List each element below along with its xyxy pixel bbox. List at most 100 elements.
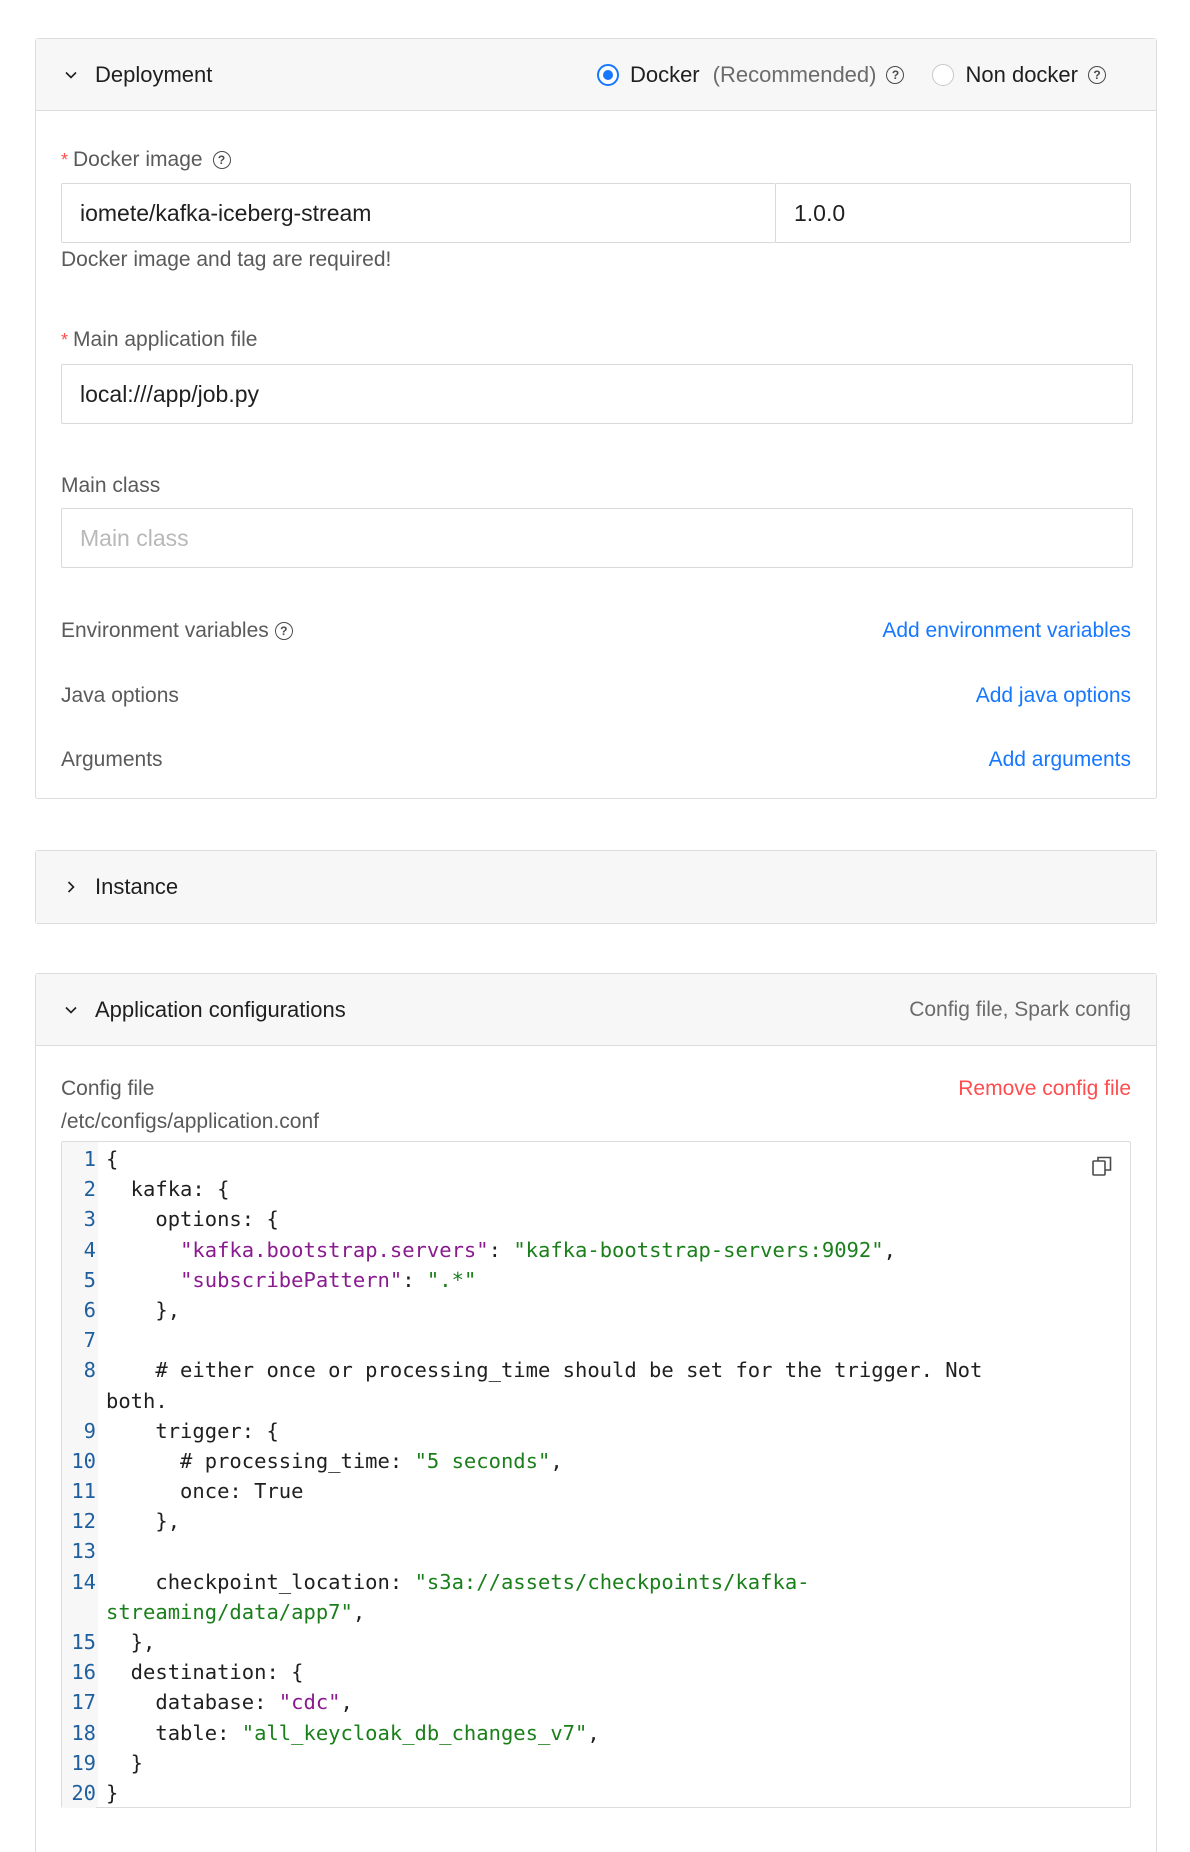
- help-icon[interactable]: ?: [212, 151, 231, 169]
- add-java-options-link[interactable]: Add java options: [976, 684, 1131, 708]
- code-text: "subscribePattern": ".*": [96, 1265, 476, 1295]
- config-file-label: Config file: [61, 1077, 155, 1100]
- code-string-token: "kafka-bootstrap-servers:9092": [513, 1237, 884, 1262]
- app-config-card: Application configurations Config file, …: [35, 973, 1157, 1852]
- code-line: 7: [62, 1325, 1130, 1356]
- code-plain-token: ,: [550, 1448, 563, 1473]
- code-plain-token: once: True: [106, 1479, 304, 1504]
- chevron-right-icon[interactable]: [61, 877, 81, 897]
- line-number: 12: [62, 1506, 96, 1537]
- code-line: 3 options: {: [62, 1204, 1130, 1235]
- docker-image-label-text: Docker image: [73, 148, 203, 171]
- code-lines: 1{2 kafka: {3 options: {4 "kafka.bootstr…: [62, 1142, 1130, 1809]
- line-number: [62, 1596, 96, 1627]
- code-line: 17 database: "cdc",: [62, 1687, 1130, 1718]
- main-app-file-label: * Main application file: [61, 328, 257, 352]
- code-text: # either once or processing_time should …: [96, 1355, 982, 1385]
- app-config-title: Application configurations: [95, 996, 346, 1022]
- code-text: }: [96, 1748, 143, 1778]
- docker-recommended-label: (Recommended): [712, 61, 877, 87]
- add-env-vars-link[interactable]: Add environment variables: [882, 619, 1131, 643]
- code-text: kafka: {: [96, 1174, 230, 1204]
- code-plain-token: },: [106, 1630, 156, 1654]
- main-app-file-input[interactable]: local:///app/job.py: [61, 364, 1133, 424]
- app-config-summary: Config file, Spark config: [909, 997, 1131, 1021]
- deployment-card: Deployment Docker (Recommended) ? Non do…: [35, 38, 1157, 799]
- code-plain-token: options: {: [106, 1207, 279, 1232]
- line-number: 16: [62, 1657, 96, 1688]
- chevron-down-icon[interactable]: [61, 65, 81, 85]
- app-config-header[interactable]: Application configurations Config file, …: [36, 974, 1156, 1046]
- help-icon[interactable]: ?: [1088, 65, 1106, 84]
- code-plain-token: checkpoint_location:: [106, 1569, 415, 1594]
- code-string-token: "5 seconds": [414, 1448, 551, 1473]
- line-number: 7: [62, 1325, 96, 1356]
- docker-radio-dot[interactable]: [596, 63, 619, 86]
- code-line: streaming/data/app7",: [62, 1596, 1130, 1627]
- line-number: 1: [62, 1144, 96, 1175]
- code-plain-token: }: [106, 1750, 144, 1775]
- line-number: [62, 1385, 96, 1416]
- code-key-token: "cdc": [278, 1690, 341, 1715]
- arguments-label: Arguments: [61, 748, 163, 771]
- code-plain-token: ,: [587, 1720, 600, 1745]
- code-plain-token: ,: [352, 1599, 366, 1624]
- line-number: 6: [62, 1294, 96, 1326]
- code-line: 6 },: [62, 1294, 1130, 1326]
- code-text: },: [96, 1295, 180, 1325]
- code-text: {: [96, 1144, 118, 1174]
- line-number: 20: [62, 1777, 96, 1809]
- docker-radio-label: Docker: [629, 61, 700, 87]
- env-vars-label: Environment variables ?: [61, 619, 293, 643]
- main-class-label: Main class: [61, 474, 161, 497]
- code-text: options: {: [96, 1204, 279, 1234]
- code-key-token: "subscribePattern": [180, 1267, 403, 1292]
- code-plain-token: {: [106, 1147, 119, 1171]
- deployment-header[interactable]: Deployment Docker (Recommended) ? Non do…: [36, 39, 1156, 111]
- code-plain-token: [106, 1238, 180, 1262]
- code-text: trigger: {: [96, 1416, 278, 1446]
- deployment-type-radio-group: Docker (Recommended) ? Non docker ?: [596, 61, 1131, 88]
- code-text: # processing_time: "5 seconds",: [96, 1446, 563, 1476]
- code-text: both.: [96, 1386, 168, 1416]
- code-plain-token: # either once or processing_time should …: [106, 1358, 983, 1383]
- code-text: }: [96, 1778, 118, 1808]
- help-icon[interactable]: ?: [274, 622, 293, 640]
- line-number: 17: [62, 1687, 96, 1718]
- help-icon[interactable]: ?: [886, 65, 905, 84]
- main-app-file-label-text: Main application file: [73, 328, 258, 351]
- env-vars-label-text: Environment variables: [61, 619, 269, 642]
- instance-header[interactable]: Instance: [36, 851, 1156, 923]
- code-text: streaming/data/app7",: [96, 1597, 365, 1627]
- required-marker: *: [61, 329, 69, 350]
- copy-icon[interactable]: [1090, 1154, 1114, 1178]
- docker-tag-input[interactable]: 1.0.0: [775, 183, 1131, 243]
- code-line: 9 trigger: {: [62, 1415, 1130, 1446]
- line-number: 18: [62, 1717, 96, 1748]
- code-plain-token: ,: [340, 1690, 353, 1715]
- docker-image-input[interactable]: iomete/kafka-iceberg-stream: [61, 183, 776, 243]
- code-plain-token: both.: [106, 1388, 168, 1413]
- code-line: 12 },: [62, 1506, 1130, 1537]
- add-arguments-link[interactable]: Add arguments: [989, 748, 1131, 772]
- chevron-down-icon[interactable]: [61, 1000, 81, 1020]
- non-docker-radio[interactable]: Non docker ?: [932, 62, 1106, 88]
- deployment-title: Deployment: [95, 61, 213, 87]
- main-class-input[interactable]: Main class: [61, 508, 1133, 568]
- line-number: 5: [62, 1264, 96, 1295]
- code-line: 5 "subscribePattern": ".*": [62, 1264, 1130, 1295]
- docker-image-hint: Docker image and tag are required!: [61, 248, 392, 271]
- code-plain-token: :: [402, 1267, 427, 1292]
- config-code-editor[interactable]: 1{2 kafka: {3 options: {4 "kafka.bootstr…: [61, 1141, 1131, 1809]
- line-number: 13: [62, 1536, 96, 1567]
- docker-radio[interactable]: Docker (Recommended) ?: [596, 61, 905, 88]
- code-line: 19 }: [62, 1747, 1130, 1778]
- code-plain-token: },: [106, 1297, 181, 1322]
- code-plain-token: table:: [106, 1720, 242, 1745]
- line-number: 11: [62, 1476, 96, 1507]
- code-line: 11 once: True: [62, 1476, 1130, 1507]
- remove-config-file-link[interactable]: Remove config file: [958, 1077, 1131, 1101]
- code-plain-token: # processing_time:: [106, 1448, 415, 1473]
- non-docker-radio-dot[interactable]: [932, 63, 955, 86]
